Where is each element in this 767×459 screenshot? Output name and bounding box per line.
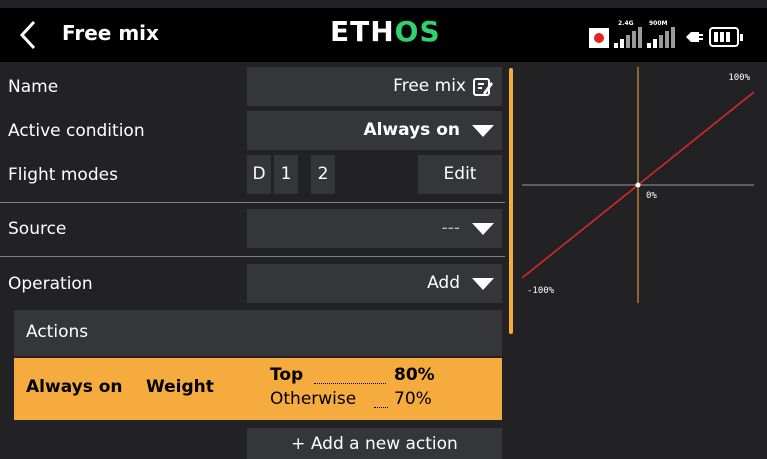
dropdown-arrow-icon [472, 223, 494, 235]
action-otherwise-value: 70% [394, 389, 432, 409]
edit-icon [473, 78, 493, 96]
record-icon [589, 28, 609, 48]
action-target: Weight [146, 377, 214, 397]
graph-top-label: 100% [728, 73, 750, 83]
actions-header: Actions [14, 310, 502, 356]
back-button[interactable] [14, 18, 44, 52]
battery-icon [709, 27, 743, 47]
name-field[interactable]: Free mix [247, 67, 502, 106]
operation-select[interactable]: Add [247, 264, 502, 303]
name-label: Name [8, 77, 59, 97]
scrollbar[interactable] [509, 68, 513, 334]
actions-title: Actions [26, 322, 89, 342]
action-condition: Always on [26, 377, 123, 397]
flight-modes-edit-button[interactable]: Edit [418, 155, 502, 194]
flight-modes-label: Flight modes [8, 165, 118, 185]
dotted-leader [374, 407, 388, 408]
title-bar: Free mix ETHOS 2.4G 900M [0, 8, 767, 62]
dropdown-arrow-icon [472, 125, 494, 137]
status-indicators: 2.4G 900M [585, 20, 755, 50]
divider [0, 202, 505, 203]
flight-mode-d[interactable]: D [247, 155, 271, 194]
external-power-icon [686, 32, 703, 42]
source-label: Source [8, 219, 67, 239]
action-otherwise-label: Otherwise [270, 389, 357, 409]
curve-graph: 100% 0% -100% [521, 67, 755, 303]
operation-label: Operation [8, 274, 93, 294]
curve-center-point [635, 182, 641, 188]
dropdown-arrow-icon [472, 278, 494, 290]
dotted-leader [314, 383, 386, 384]
action-top-label: Top [270, 365, 304, 385]
graph-center-label: 0% [646, 191, 657, 201]
operation-row: Operation Add [0, 259, 505, 315]
source-select[interactable]: --- [247, 209, 502, 248]
source-row: Source --- [0, 204, 505, 260]
action-row[interactable]: Always on Weight Top 80% Otherwise 70% [14, 358, 502, 420]
flight-mode-1[interactable]: 1 [274, 155, 298, 194]
app-screen: Free mix ETHOS 2.4G 900M Name Free mix A… [0, 0, 767, 459]
active-condition-select[interactable]: Always on [247, 111, 502, 150]
divider [0, 256, 505, 257]
rx1-label: 2.4G [618, 20, 634, 27]
flight-modes-row: Flight modes D 1 2 Edit [0, 150, 505, 206]
active-condition-value: Always on [363, 120, 460, 140]
curve-graph-svg: 100% 0% -100% [521, 67, 755, 303]
flight-mode-2[interactable]: 2 [311, 155, 335, 194]
page-title: Free mix [62, 21, 159, 45]
source-value: --- [441, 218, 460, 238]
graph-bottom-label: -100% [527, 286, 555, 296]
add-action-button[interactable]: + Add a new action [247, 428, 502, 459]
logo-text-os: OS [394, 15, 441, 48]
ethos-logo: ETHOS [330, 15, 441, 48]
operation-value: Add [427, 273, 460, 293]
active-condition-label: Active condition [8, 121, 145, 141]
name-value: Free mix [393, 76, 466, 96]
chevron-left-icon [19, 20, 36, 50]
logo-text-eth: ETH [330, 15, 395, 48]
action-top-value: 80% [394, 365, 435, 385]
rx2-label: 900M [649, 20, 668, 27]
